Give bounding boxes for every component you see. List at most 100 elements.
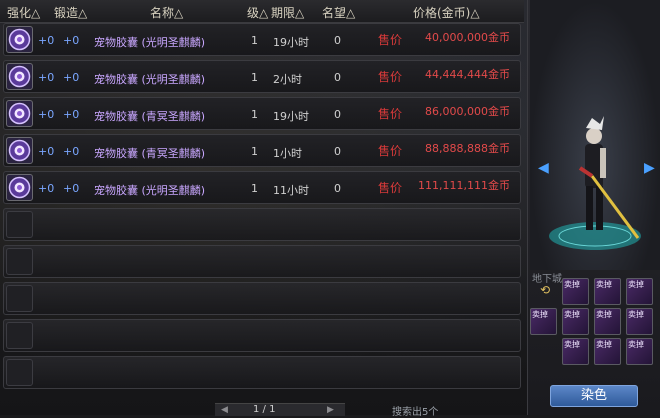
inventory-slot[interactable]: 卖掉: [562, 308, 589, 335]
empty-row: [3, 319, 521, 352]
empty-item-slot: [6, 211, 33, 238]
level-value: 1: [251, 108, 258, 121]
empty-item-slot: [6, 359, 33, 386]
auction-list-panel: 强化△ 锻造△ 名称△ 级△ 期限△ 名望△ 价格(金币)△ +0 +0 宠物胶…: [0, 0, 524, 418]
triangle-right-icon[interactable]: ▶: [644, 160, 655, 176]
enhance-value: +0: [38, 34, 55, 47]
item-name: 宠物胶囊 (光明圣麒麟): [94, 184, 206, 197]
inventory-slot[interactable]: 卖掉: [594, 278, 621, 305]
price-value: 40,000,000金币: [425, 31, 510, 44]
header-forge[interactable]: 锻造△: [54, 4, 87, 21]
empty-row: [3, 356, 521, 389]
list-header: 强化△ 锻造△ 名称△ 级△ 期限△ 名望△ 价格(金币)△: [0, 0, 524, 23]
empty-item-slot: [6, 285, 33, 312]
item-name: 宠物胶囊 (光明圣麒麟): [94, 36, 206, 49]
pet-capsule-icon[interactable]: [6, 174, 33, 201]
price-value: 86,000,000金币: [425, 105, 510, 118]
forge-value: +0: [63, 145, 80, 158]
pet-capsule-icon[interactable]: [6, 100, 33, 127]
price-value: 44,444,444金币: [425, 68, 510, 81]
pet-capsule-icon[interactable]: [6, 26, 33, 53]
empty-item-slot: [6, 322, 33, 349]
reputation-value: 0: [334, 182, 341, 195]
inventory-slot-label: 卖掉: [532, 310, 548, 319]
preview-panel: ◀ ▶ 地下城 ⟲ 卖掉 卖掉 卖掉 卖掉 卖掉 卖掉 卖掉 卖掉 卖掉 卖掉: [527, 0, 660, 415]
level-value: 1: [251, 34, 258, 47]
price-value: 88,888,888金币: [425, 142, 510, 155]
inventory-slot-label: 卖掉: [564, 310, 580, 319]
level-value: 1: [251, 182, 258, 195]
level-value: 1: [251, 71, 258, 84]
sell-label: 售价: [378, 144, 403, 158]
table-row[interactable]: +0 +0 宠物胶囊 (光明圣麒麟) 1 2小时 0 售价 44,444,444…: [3, 60, 521, 93]
forge-value: +0: [63, 182, 80, 195]
forge-value: +0: [63, 108, 80, 121]
empty-row: [3, 282, 521, 315]
inventory-slot-label: 卖掉: [564, 340, 580, 349]
inventory-slot[interactable]: 卖掉: [594, 308, 621, 335]
inventory-slot[interactable]: 卖掉: [626, 308, 653, 335]
forge-value: +0: [63, 34, 80, 47]
triangle-left-icon[interactable]: ◀: [538, 160, 549, 176]
character-preview: ◀ ▶: [530, 0, 660, 270]
inventory-slot[interactable]: 卖掉: [562, 338, 589, 365]
empty-row: [3, 208, 521, 241]
triangle-right-icon[interactable]: ▶: [327, 405, 334, 415]
inventory-slot-label: 卖掉: [596, 310, 612, 319]
table-row[interactable]: +0 +0 宠物胶囊 (青冥圣麒麟) 1 19小时 0 售价 86,000,00…: [3, 97, 521, 130]
inventory-slot[interactable]: 卖掉: [594, 338, 621, 365]
inventory-slot[interactable]: 卖掉: [626, 278, 653, 305]
duration-value: 2小时: [273, 73, 302, 86]
inventory-slot[interactable]: 卖掉: [530, 308, 557, 335]
table-row[interactable]: +0 +0 宠物胶囊 (光明圣麒麟) 1 11小时 0 售价 111,111,1…: [3, 171, 521, 204]
inventory-slot-label: 卖掉: [596, 340, 612, 349]
enhance-value: +0: [38, 182, 55, 195]
reputation-value: 0: [334, 145, 341, 158]
header-name[interactable]: 名称△: [150, 4, 183, 21]
duration-value: 11小时: [273, 184, 309, 197]
pet-capsule-icon[interactable]: [6, 63, 33, 90]
sell-label: 售价: [378, 33, 403, 47]
inventory-slot[interactable]: 卖掉: [562, 278, 589, 305]
price-value: 111,111,111金币: [418, 179, 510, 192]
triangle-left-icon[interactable]: ◀: [221, 405, 228, 415]
inventory-slot-label: 卖掉: [628, 310, 644, 319]
enhance-value: +0: [38, 71, 55, 84]
table-row[interactable]: +0 +0 宠物胶囊 (光明圣麒麟) 1 19小时 0 售价 40,000,00…: [3, 23, 521, 56]
table-row[interactable]: +0 +0 宠物胶囊 (青冥圣麒麟) 1 1小时 0 售价 88,888,888…: [3, 134, 521, 167]
header-level[interactable]: 级△: [247, 4, 268, 21]
header-reputation[interactable]: 名望△: [322, 4, 355, 21]
sell-label: 售价: [378, 181, 403, 195]
pagination: ◀ 1 / 1 ▶: [215, 403, 345, 416]
enhance-value: +0: [38, 145, 55, 158]
item-name: 宠物胶囊 (青冥圣麒麟): [94, 110, 206, 123]
search-result-count: 搜索出5个: [392, 407, 439, 418]
character-figure: [549, 116, 641, 250]
enhance-value: +0: [38, 108, 55, 121]
header-enhance[interactable]: 强化△: [7, 4, 40, 21]
level-value: 1: [251, 145, 258, 158]
inventory-slot[interactable]: 卖掉: [626, 338, 653, 365]
reputation-value: 0: [334, 71, 341, 84]
header-price[interactable]: 价格(金币)△: [413, 4, 480, 21]
reputation-value: 0: [334, 34, 341, 47]
header-duration[interactable]: 期限△: [271, 4, 304, 21]
item-name: 宠物胶囊 (光明圣麒麟): [94, 73, 206, 86]
reputation-value: 0: [334, 108, 341, 121]
duration-value: 19小时: [273, 110, 309, 123]
sell-label: 售价: [378, 107, 403, 121]
forge-value: +0: [63, 71, 80, 84]
page-indicator: 1 / 1: [253, 404, 276, 415]
empty-item-slot: [6, 248, 33, 275]
dye-button[interactable]: 染色: [550, 385, 638, 407]
empty-row: [3, 245, 521, 278]
item-name: 宠物胶囊 (青冥圣麒麟): [94, 147, 206, 160]
duration-value: 19小时: [273, 36, 309, 49]
sell-label: 售价: [378, 70, 403, 84]
inventory-slot-label: 卖掉: [628, 280, 644, 289]
inventory-slot-label: 卖掉: [596, 280, 612, 289]
inventory-slot-label: 卖掉: [628, 340, 644, 349]
inventory-slot-label: 卖掉: [564, 280, 580, 289]
cycle-arrow-icon[interactable]: ⟲: [540, 283, 550, 297]
pet-capsule-icon[interactable]: [6, 137, 33, 164]
